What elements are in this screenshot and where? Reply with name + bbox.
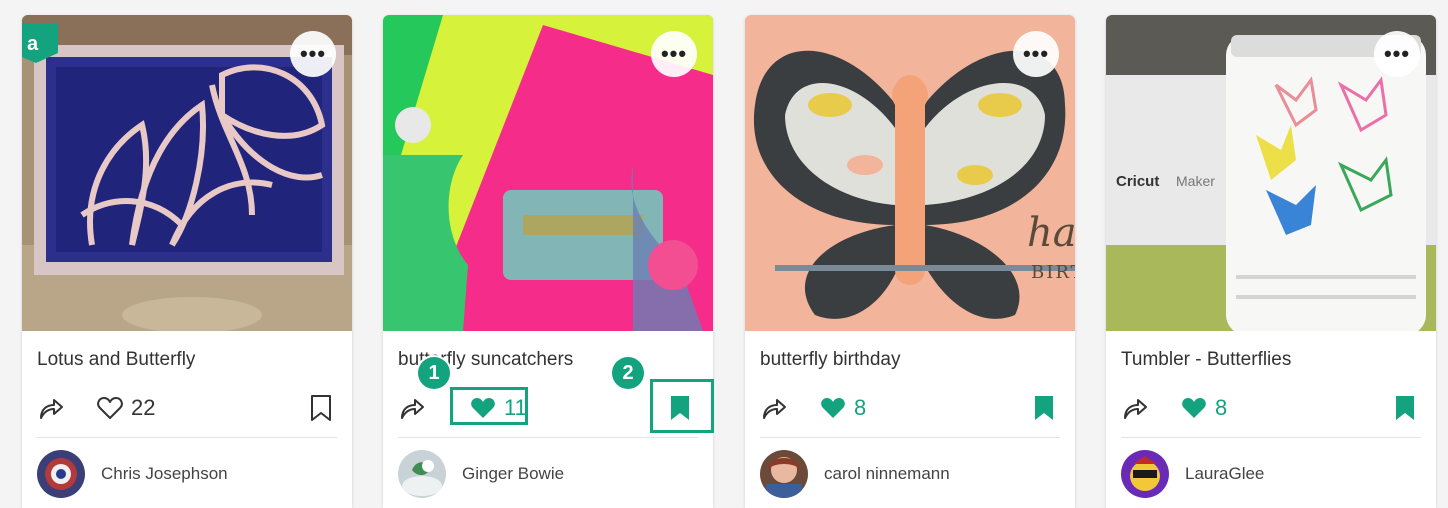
like-button[interactable]: 8 xyxy=(820,392,866,424)
like-button[interactable]: 8 xyxy=(1181,392,1227,424)
photo-text-happy: happy xyxy=(1027,210,1075,256)
heart-filled-icon xyxy=(1182,398,1206,418)
like-button[interactable]: 22 xyxy=(97,392,155,424)
divider xyxy=(1121,437,1421,438)
save-highlight-box xyxy=(650,379,714,433)
step-badge-1: 1 xyxy=(418,357,450,389)
more-options-button[interactable]: ••• xyxy=(290,31,336,77)
divider xyxy=(37,437,337,438)
author-name[interactable]: carol ninnemann xyxy=(824,464,950,484)
author-link[interactable]: Ginger Bowie xyxy=(398,449,564,499)
share-icon[interactable] xyxy=(37,394,65,422)
project-card-lotus-butterfly[interactable]: a ••• Lotus and Butterfly 22 Chris Josep… xyxy=(22,15,352,508)
heart-outline-icon xyxy=(97,397,123,419)
photo-text-brand: Cricut xyxy=(1116,173,1160,190)
photo-text-birth: BIRTH xyxy=(1031,262,1075,283)
share-icon[interactable] xyxy=(1121,394,1149,422)
project-title[interactable]: Tumbler - Butterflies xyxy=(1121,349,1291,371)
bookmark-outline-icon[interactable] xyxy=(309,394,333,422)
more-options-button[interactable]: ••• xyxy=(1374,31,1420,77)
author-link[interactable]: Chris Josephson xyxy=(37,449,228,499)
like-highlight-box xyxy=(450,387,528,425)
project-title[interactable]: Lotus and Butterfly xyxy=(37,349,195,371)
bookmark-filled-icon[interactable] xyxy=(1393,394,1417,422)
author-link[interactable]: carol ninnemann xyxy=(760,449,950,499)
like-count: 8 xyxy=(854,395,867,420)
divider xyxy=(398,437,698,438)
author-name[interactable]: LauraGlee xyxy=(1185,464,1264,484)
author-link[interactable]: LauraGlee xyxy=(1121,449,1264,499)
author-name[interactable]: Chris Josephson xyxy=(101,464,228,484)
like-count: 8 xyxy=(1215,395,1228,420)
avatar xyxy=(1121,450,1169,498)
avatar xyxy=(760,450,808,498)
avatar xyxy=(398,450,446,498)
more-options-button[interactable]: ••• xyxy=(651,31,697,77)
like-count: 22 xyxy=(131,395,156,420)
project-card-tumbler-butterflies[interactable]: Cricut Maker ••• Tumbler - Butterflies 8 xyxy=(1106,15,1436,508)
share-icon[interactable] xyxy=(398,394,426,422)
author-name[interactable]: Ginger Bowie xyxy=(462,464,564,484)
brand-badge-label: a xyxy=(27,33,39,55)
more-options-button[interactable]: ••• xyxy=(1013,31,1059,77)
photo-text-model: Maker xyxy=(1176,173,1215,189)
step-badge-2: 2 xyxy=(612,357,644,389)
bookmark-filled-icon[interactable] xyxy=(1032,394,1056,422)
project-title[interactable]: butterfly birthday xyxy=(760,349,900,371)
project-card-butterfly-suncatchers[interactable]: ••• butterfly suncatchers 11 Ginger Bowi… xyxy=(383,15,713,508)
divider xyxy=(760,437,1060,438)
project-card-butterfly-birthday[interactable]: happy BIRTH ••• butterfly birthday 8 car xyxy=(745,15,1075,508)
avatar xyxy=(37,450,85,498)
share-icon[interactable] xyxy=(760,394,788,422)
heart-filled-icon xyxy=(821,398,845,418)
